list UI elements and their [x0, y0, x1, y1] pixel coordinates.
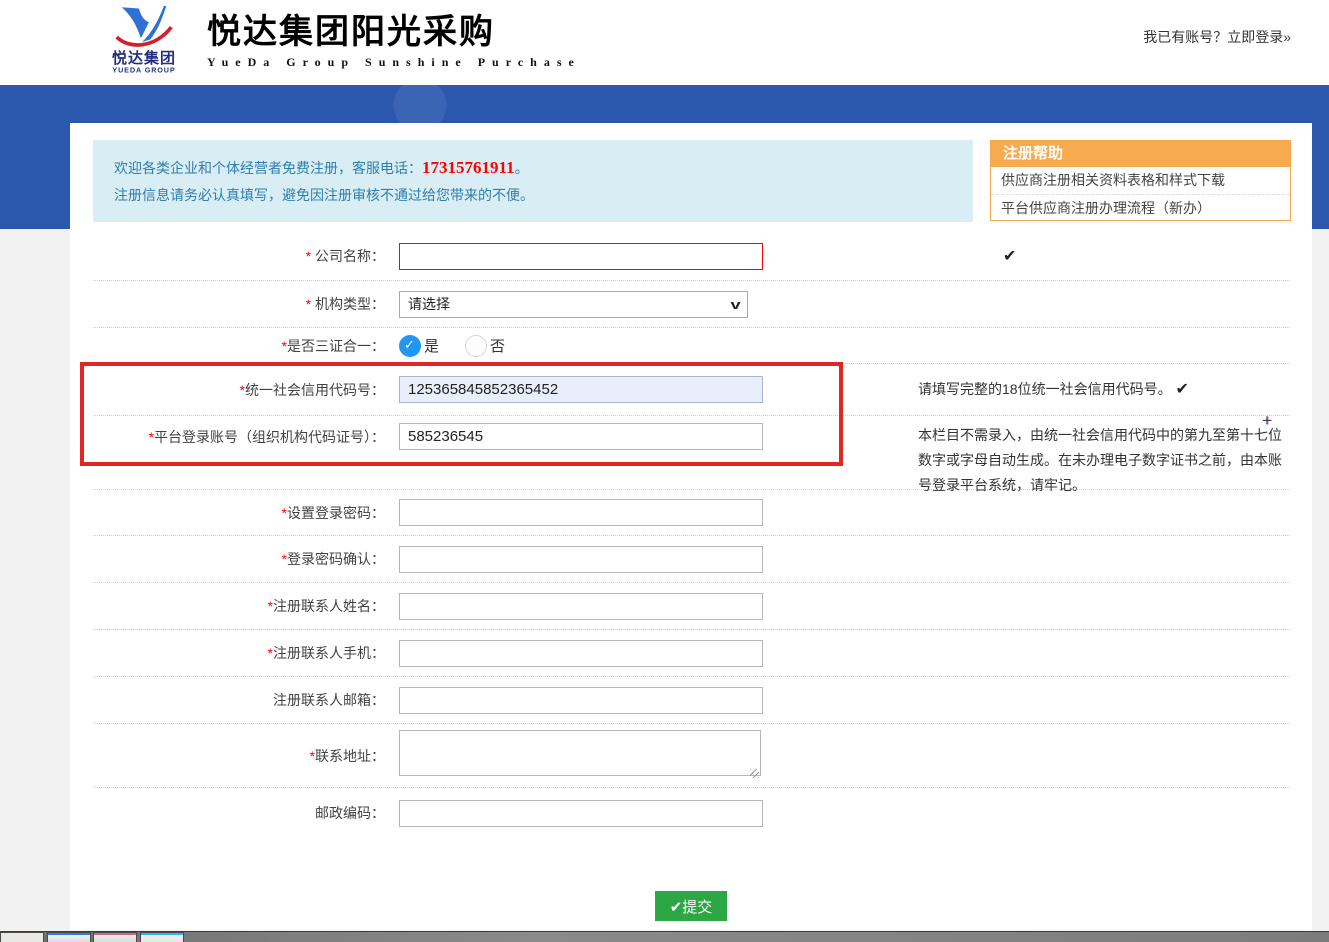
logo-brand-cn: 悦达集团 — [98, 52, 190, 66]
required-mark: * — [306, 248, 315, 264]
password-confirm-label: *登录密码确认： — [93, 549, 385, 569]
yueda-logo-icon — [113, 6, 175, 52]
site-title: 悦达集团阳光采购 YueDa Group Sunshine Purchase — [207, 13, 581, 70]
row-password-confirm: *登录密码确认： — [93, 536, 1290, 583]
postcode-label: 邮政编码： — [93, 803, 385, 823]
password-confirm-input[interactable] — [399, 546, 763, 573]
page-subtitle: YueDa Group Sunshine Purchase — [207, 55, 581, 70]
notice-text-suffix: 。 — [515, 160, 529, 176]
org-type-selected-value: 请选择 — [408, 294, 450, 314]
three-in-one-label: *是否三证合一： — [93, 336, 385, 356]
platform-account-label: *平台登录账号（组织机构代码证号）： — [93, 423, 385, 452]
org-type-select[interactable]: 请选择 v — [399, 291, 748, 318]
address-textarea[interactable] — [399, 730, 761, 776]
row-platform-account: *平台登录账号（组织机构代码证号）： 本栏目不需录入，由统一社会信用代码中的第九… — [93, 416, 1290, 490]
page-title: 悦达集团阳光采购 — [207, 13, 581, 51]
three-in-one-radio-group: 是 否 — [399, 335, 505, 357]
required-mark: * — [306, 296, 315, 312]
radio-checked-icon[interactable] — [399, 335, 421, 357]
postcode-input[interactable] — [399, 800, 763, 827]
notice-line-1: 欢迎各类企业和个体经营者免费注册，客服电话：17315761911。 — [114, 154, 973, 182]
row-credit-code: *统一社会信用代码号： 请填写完整的18位统一社会信用代码号。 ✔ — [93, 364, 1290, 416]
contact-email-input[interactable] — [399, 687, 763, 714]
contact-phone-input[interactable] — [399, 640, 763, 667]
taskbar-item[interactable] — [140, 932, 184, 942]
notice-line-2: 注册信息请务必认真填写，避免因注册审核不通过给您带来的不便。 — [114, 182, 973, 209]
contact-name-input[interactable] — [399, 593, 763, 620]
register-help-box: 注册帮助 供应商注册相关资料表格和样式下载 平台供应商注册办理流程（新办） — [990, 140, 1291, 221]
org-type-label: * 机构类型： — [93, 294, 385, 314]
taskbar — [0, 931, 1329, 942]
credit-code-label: *统一社会信用代码号： — [93, 380, 385, 400]
login-link[interactable]: 我已有账号？立即登录» — [1143, 27, 1291, 47]
submit-button[interactable]: ✔提交 — [655, 891, 727, 921]
company-name-label: * 公司名称： — [93, 246, 385, 266]
row-three-in-one: *是否三证合一： 是 否 — [93, 328, 1290, 364]
row-org-type: * 机构类型： 请选择 v — [93, 281, 1290, 328]
address-label: *联系地址： — [93, 746, 385, 766]
credit-code-hint: 请填写完整的18位统一社会信用代码号。 ✔ — [918, 377, 1290, 402]
taskbar-item[interactable] — [47, 932, 91, 942]
row-address: *联系地址： — [93, 724, 1290, 788]
help-link-supplier-docs[interactable]: 供应商注册相关资料表格和样式下载 — [991, 167, 1290, 194]
help-link-register-flow[interactable]: 平台供应商注册办理流程（新办） — [991, 194, 1290, 221]
registration-form: * 公司名称： ✔ * 机构类型： 请选择 v *是否三证合一： 是 否 — [93, 232, 1290, 838]
register-help-title: 注册帮助 — [991, 141, 1290, 167]
row-company-name: * 公司名称： ✔ — [93, 232, 1290, 281]
password-label: *设置登录密码： — [93, 503, 385, 523]
registration-panel: 欢迎各类企业和个体经营者免费注册，客服电话：17315761911。 注册信息请… — [70, 123, 1312, 930]
check-icon: ✔ — [670, 899, 683, 916]
yueda-logo: 悦达集团 YUEDA GROUP — [98, 6, 190, 82]
annotation-plus-mark: + — [1262, 411, 1272, 431]
row-postcode: 邮政编码： — [93, 788, 1290, 838]
check-icon: ✔ — [1175, 381, 1188, 398]
radio-no[interactable]: 否 — [465, 335, 505, 357]
radio-unchecked-icon[interactable] — [465, 335, 487, 357]
contact-phone-label: *注册联系人手机： — [93, 643, 385, 663]
notice-text: 欢迎各类企业和个体经营者免费注册，客服电话： — [114, 160, 422, 176]
row-password: *设置登录密码： — [93, 490, 1290, 536]
page-header: 悦达集团 YUEDA GROUP 悦达集团阳光采购 YueDa Group Su… — [0, 0, 1329, 85]
logo-brand-en: YUEDA GROUP — [103, 66, 186, 74]
contact-email-label: 注册联系人邮箱： — [93, 690, 385, 710]
credit-code-input[interactable] — [399, 376, 763, 403]
contact-name-label: *注册联系人姓名： — [93, 596, 385, 616]
resize-grip-icon[interactable] — [750, 769, 759, 778]
taskbar-item[interactable] — [0, 932, 44, 942]
welcome-notice: 欢迎各类企业和个体经营者免费注册，客服电话：17315761911。 注册信息请… — [93, 140, 973, 222]
platform-account-hint: 本栏目不需录入，由统一社会信用代码中的第九至第十七位数字或字母自动生成。在未办理… — [918, 423, 1290, 498]
row-contact-name: *注册联系人姓名： — [93, 583, 1290, 630]
taskbar-item[interactable] — [93, 932, 137, 942]
check-icon: ✔ — [1003, 246, 1016, 266]
chevron-down-icon: v — [730, 297, 740, 312]
row-contact-phone: *注册联系人手机： — [93, 630, 1290, 677]
service-phone: 17315761911 — [422, 158, 515, 177]
company-name-input[interactable] — [399, 243, 763, 270]
password-input[interactable] — [399, 499, 763, 526]
platform-account-input[interactable] — [399, 423, 763, 450]
row-contact-email: 注册联系人邮箱： — [93, 677, 1290, 724]
radio-yes[interactable]: 是 — [399, 335, 439, 357]
